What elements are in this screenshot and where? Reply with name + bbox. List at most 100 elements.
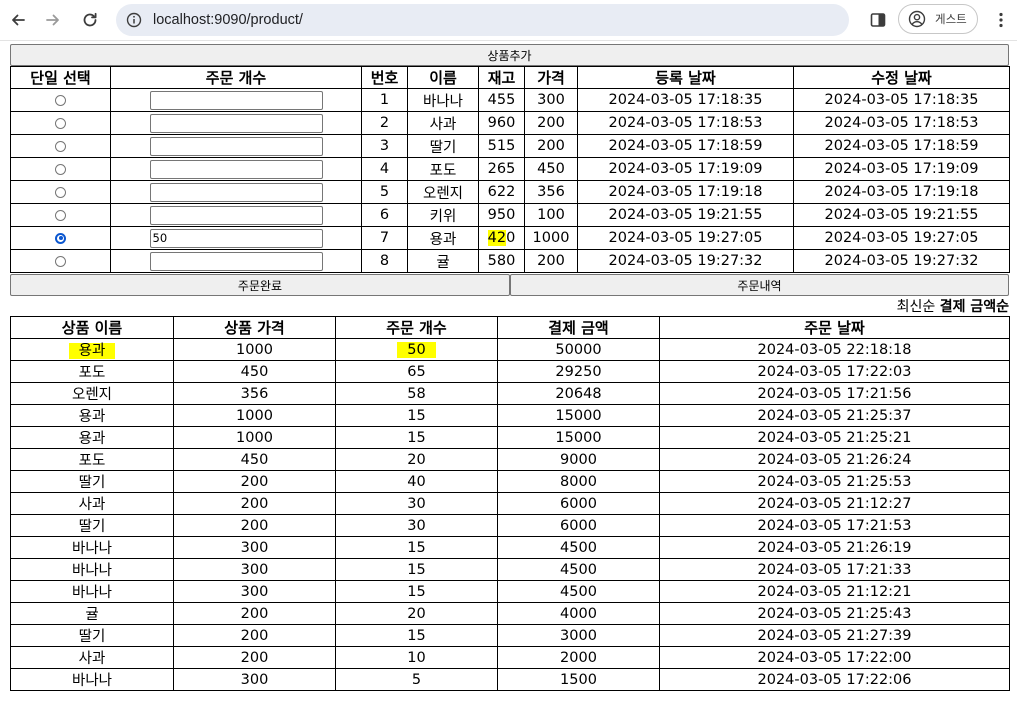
- col-header-product-price: 상품 가격: [173, 316, 336, 339]
- order-product-price: 200: [173, 624, 336, 647]
- stock-highlight: 42: [487, 230, 507, 246]
- product-price: 450: [524, 157, 578, 181]
- order-qty-input[interactable]: [149, 182, 323, 202]
- back-arrow-icon[interactable]: [6, 8, 30, 32]
- add-product-button[interactable]: 상품추가: [10, 44, 1009, 66]
- product-row: 50 7 용과 420 1000 2024-03-05 19:27:05 2024-03-0…: [10, 226, 1010, 250]
- site-info-icon[interactable]: [124, 10, 144, 30]
- product-no: 7: [361, 226, 408, 250]
- col-header-select: 단일 선택: [10, 66, 111, 89]
- order-product-name: 포도: [78, 453, 106, 469]
- order-history-button[interactable]: 주문내역: [510, 274, 1009, 296]
- product-price: 300: [524, 88, 578, 112]
- product-no: 6: [361, 203, 408, 227]
- order-qty: 5: [411, 671, 422, 688]
- order-product-name: 용과: [68, 343, 116, 359]
- order-date: 2024-03-05 17:21:33: [659, 558, 1010, 581]
- order-product-name-cell: 용과: [10, 404, 174, 427]
- product-created: 2024-03-05 17:19:09: [577, 157, 794, 181]
- product-radio[interactable]: [55, 255, 66, 267]
- order-qty-input[interactable]: [149, 136, 323, 156]
- order-date: 2024-03-05 21:27:39: [659, 624, 1010, 647]
- product-name: 딸기: [407, 134, 479, 158]
- order-date: 2024-03-05 21:12:21: [659, 580, 1010, 603]
- product-radio[interactable]: [55, 94, 66, 106]
- order-amount: 4500: [497, 536, 660, 559]
- order-product-name-cell: 바나나: [10, 536, 174, 559]
- sort-amount-link[interactable]: 결제 금액순: [940, 299, 1009, 315]
- product-row: 2 사과 960 200 2024-03-05 17:18:53 2024-03-05 1…: [10, 111, 1010, 135]
- order-complete-button[interactable]: 주문완료: [10, 274, 510, 296]
- order-qty-input[interactable]: [149, 205, 323, 225]
- more-menu-icon[interactable]: [989, 8, 1013, 32]
- col-header-stock: 재고: [478, 66, 525, 89]
- select-cell: [10, 203, 111, 227]
- order-qty: 30: [407, 517, 426, 534]
- col-header-order-date: 주문 날짜: [659, 316, 1010, 339]
- order-qty-input[interactable]: [149, 251, 323, 271]
- order-product-name: 귤: [85, 607, 99, 623]
- order-product-price: 200: [173, 646, 336, 669]
- order-product-price: 356: [173, 382, 336, 405]
- product-updated: 2024-03-05 17:19:18: [793, 180, 1010, 204]
- product-radio[interactable]: [55, 186, 66, 198]
- order-qty-input[interactable]: 50: [149, 228, 323, 248]
- order-header-row: 상품 이름 상품 가격 주문 개수 결제 금액 주문 날짜: [10, 316, 1010, 339]
- order-product-price: 200: [173, 470, 336, 493]
- side-panel-icon[interactable]: [866, 8, 890, 32]
- order-qty: 50: [397, 341, 436, 358]
- product-name: 귤: [407, 249, 479, 273]
- profile-button[interactable]: 게스트: [898, 4, 978, 34]
- product-table: 단일 선택 주문 개수 번호 이름 재고 가격 등록 날짜 수정 날짜 1 바나나…: [10, 66, 1010, 273]
- sort-latest-link[interactable]: 최신순: [897, 299, 936, 315]
- address-bar[interactable]: localhost:9090/product/: [116, 4, 849, 36]
- order-qty: 58: [407, 385, 426, 402]
- order-qty-cell: 30: [335, 514, 498, 537]
- reload-icon[interactable]: [78, 8, 102, 32]
- order-qty-input[interactable]: [149, 159, 323, 179]
- stock-rest: 0: [506, 230, 516, 246]
- product-header-row: 단일 선택 주문 개수 번호 이름 재고 가격 등록 날짜 수정 날짜: [10, 66, 1010, 89]
- order-amount: 9000: [497, 448, 660, 471]
- product-created: 2024-03-05 17:18:59: [577, 134, 794, 158]
- product-radio[interactable]: [55, 209, 66, 221]
- product-price: 100: [524, 203, 578, 227]
- order-date: 2024-03-05 17:21:56: [659, 382, 1010, 405]
- order-date: 2024-03-05 21:25:21: [659, 426, 1010, 449]
- order-amount: 8000: [497, 470, 660, 493]
- order-row: 포도 450 65 29250 2024-03-05 17:22:03: [10, 360, 1010, 383]
- product-radio[interactable]: [55, 163, 66, 175]
- qty-cell: [110, 203, 362, 227]
- product-radio[interactable]: [55, 232, 66, 244]
- product-updated: 2024-03-05 19:21:55: [793, 203, 1010, 227]
- order-qty-input[interactable]: [149, 113, 323, 133]
- order-amount: 20648: [497, 382, 660, 405]
- order-product-price: 1000: [173, 404, 336, 427]
- order-product-price: 300: [173, 580, 336, 603]
- order-product-price: 200: [173, 492, 336, 515]
- order-date: 2024-03-05 17:22:06: [659, 668, 1010, 691]
- product-updated: 2024-03-05 17:18:35: [793, 88, 1010, 112]
- order-product-price: 450: [173, 448, 336, 471]
- order-row: 바나나 300 15 4500 2024-03-05 21:12:21: [10, 580, 1010, 603]
- order-date: 2024-03-05 21:25:43: [659, 602, 1010, 625]
- order-product-name-cell: 바나나: [10, 668, 174, 691]
- product-created: 2024-03-05 19:21:55: [577, 203, 794, 227]
- product-stock: 960: [478, 111, 525, 135]
- product-row: 6 키위 950 100 2024-03-05 19:21:55 2024-03-05 1…: [10, 203, 1010, 227]
- product-row: 3 딸기 515 200 2024-03-05 17:18:59 2024-03-05 1…: [10, 134, 1010, 158]
- order-product-name: 딸기: [78, 519, 106, 535]
- forward-arrow-icon[interactable]: [41, 8, 65, 32]
- product-updated: 2024-03-05 19:27:05: [793, 226, 1010, 250]
- product-radio[interactable]: [55, 117, 66, 129]
- order-qty: 15: [407, 539, 426, 556]
- product-no: 4: [361, 157, 408, 181]
- col-header-product-name: 상품 이름: [10, 316, 174, 339]
- product-row: 1 바나나 455 300 2024-03-05 17:18:35 2024-03-05 …: [10, 88, 1010, 112]
- order-row: 오렌지 356 58 20648 2024-03-05 17:21:56: [10, 382, 1010, 405]
- order-date: 2024-03-05 17:22:03: [659, 360, 1010, 383]
- product-radio[interactable]: [55, 140, 66, 152]
- order-history-table: 상품 이름 상품 가격 주문 개수 결제 금액 주문 날짜 용과 1000 50 50…: [10, 316, 1010, 691]
- order-row: 바나나 300 15 4500 2024-03-05 17:21:33: [10, 558, 1010, 581]
- order-qty-input[interactable]: [149, 90, 323, 110]
